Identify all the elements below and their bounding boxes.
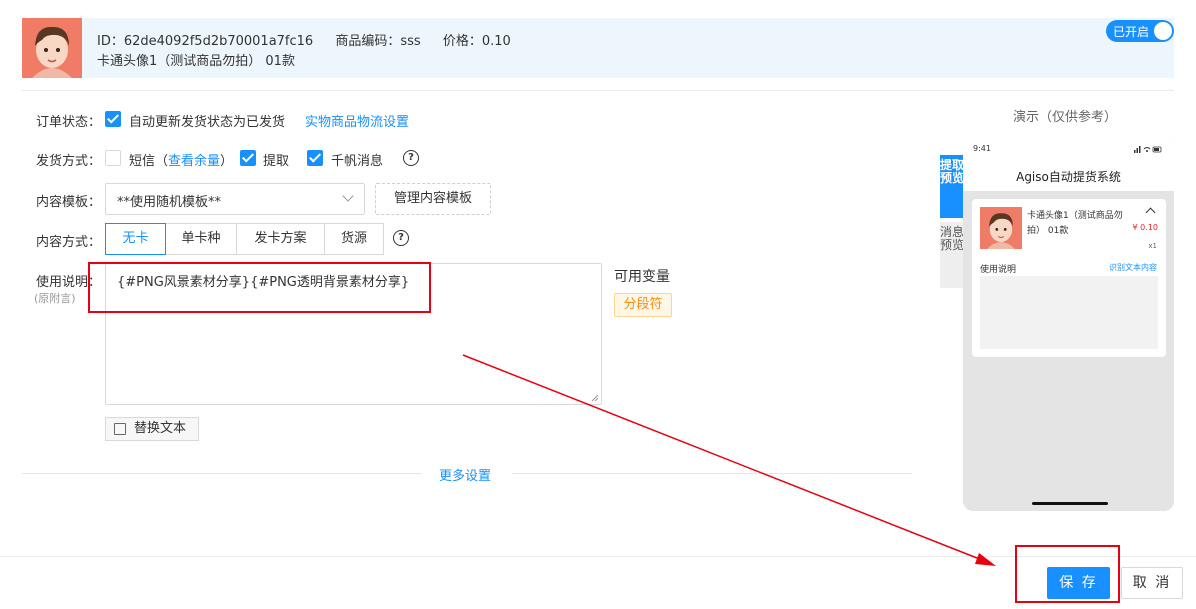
product-header: ID：62de4092f5d2b70001a7fc16 商品编码：sss 价格：…	[22, 18, 1174, 78]
content-mode-help-icon[interactable]: ?	[393, 230, 409, 246]
sms-balance-link[interactable]: 查看余量	[168, 154, 220, 169]
annotation-highlight-box	[88, 262, 431, 313]
product-meta: ID：62de4092f5d2b70001a7fc16 商品编码：sss 价格：…	[97, 30, 529, 49]
resize-handle-icon[interactable]	[591, 394, 599, 402]
tab-pickup-preview[interactable]: 提取预览	[940, 155, 964, 218]
mode-tab-card-plan[interactable]: 发卡方案	[236, 223, 325, 255]
cartoon-face-icon	[980, 207, 1022, 249]
phone-time: 9:41	[973, 144, 991, 153]
product-name: 卡通头像1（测试商品勿拍） 01款	[97, 54, 295, 69]
phone-app-title: Agiso自动提货系统	[1016, 170, 1121, 184]
template-select[interactable]: **使用随机模板**	[105, 183, 365, 215]
toggle-label: 已开启	[1113, 25, 1150, 39]
more-divider-right	[512, 473, 912, 474]
template-select-value: **使用随机模板**	[117, 195, 222, 210]
sms-option: 短信（查看余量）	[129, 150, 233, 169]
header-divider	[22, 90, 1174, 91]
cartoon-face-icon	[22, 18, 82, 78]
phone-usage-label: 使用说明	[980, 265, 1017, 275]
preview-title: 演示（仅供参考）	[1013, 110, 1118, 125]
auto-update-checkbox[interactable]	[105, 111, 121, 127]
phone-status-icons	[1134, 145, 1162, 155]
pickup-checkbox[interactable]	[240, 150, 256, 166]
variables-title: 可用变量	[614, 269, 670, 285]
tab-message-preview[interactable]: 消息预览	[940, 222, 964, 288]
phone-product-price: ¥ 0.10	[1132, 223, 1158, 232]
chevron-down-icon	[342, 190, 354, 202]
sms-checkbox[interactable]	[105, 150, 121, 166]
toggle-knob	[1154, 22, 1172, 40]
manage-template-button[interactable]: 管理内容模板	[375, 183, 491, 215]
cancel-button[interactable]: 取 消	[1121, 567, 1183, 599]
template-label: 内容模板：	[36, 195, 102, 210]
replace-icon	[114, 423, 126, 435]
product-avatar	[22, 18, 82, 78]
mode-tab-single-card[interactable]: 单卡种	[165, 223, 237, 255]
delivery-help-icon[interactable]: ?	[403, 150, 419, 166]
more-settings-link[interactable]: 更多设置	[439, 465, 491, 484]
sms-paren-close: ）	[220, 154, 234, 169]
mode-tab-source[interactable]: 货源	[324, 223, 384, 255]
phone-home-indicator	[1032, 502, 1108, 505]
phone-preview: 9:41 Agiso自动提货系统 卡通头像1（测试商品勿拍） 01款 ¥ 0.1…	[963, 136, 1174, 511]
order-status-label: 订单状态：	[36, 115, 102, 130]
phone-header: 9:41 Agiso自动提货系统	[963, 136, 1174, 191]
product-id: ID：62de4092f5d2b70001a7fc16	[97, 34, 314, 49]
chevron-up-icon[interactable]	[1145, 207, 1156, 218]
annotation-save-box	[1015, 545, 1120, 603]
phone-product-name: 卡通头像1（测试商品勿拍） 01款	[1027, 211, 1123, 236]
enabled-toggle[interactable]: 已开启	[1106, 20, 1174, 42]
sms-label: 短信	[129, 154, 156, 169]
more-divider-left	[22, 473, 422, 474]
usage-sub-label: (原附言)	[34, 292, 76, 305]
signal-wifi-battery-icon	[1134, 146, 1162, 153]
qianfan-label: 千帆消息	[331, 154, 384, 169]
mode-tab-no-card[interactable]: 无卡	[105, 223, 166, 255]
delivery-label: 发货方式：	[36, 154, 102, 169]
phone-copy-link[interactable]: 识别文本内容	[1109, 262, 1157, 273]
product-price: 价格：0.10	[442, 34, 511, 49]
auto-update-label: 自动更新发货状态为已发货	[129, 115, 286, 130]
phone-product-qty: x1	[1148, 242, 1157, 250]
replace-text-label: 替换文本	[134, 421, 187, 436]
logistics-settings-link[interactable]: 实物商品物流设置	[305, 111, 409, 130]
content-mode-label: 内容方式：	[36, 235, 102, 250]
sms-paren-open: （	[155, 154, 169, 169]
phone-order-card: 卡通头像1（测试商品勿拍） 01款 ¥ 0.10 x1 使用说明 识别文本内容	[972, 199, 1166, 357]
qianfan-checkbox[interactable]	[307, 150, 323, 166]
replace-text-button[interactable]: 替换文本	[105, 417, 199, 441]
product-code: 商品编码：sss	[335, 34, 421, 49]
pickup-label: 提取	[263, 154, 290, 169]
phone-usage-content	[980, 276, 1158, 349]
segment-separator-tag[interactable]: 分段符	[614, 293, 672, 317]
phone-product-thumb	[980, 207, 1022, 249]
